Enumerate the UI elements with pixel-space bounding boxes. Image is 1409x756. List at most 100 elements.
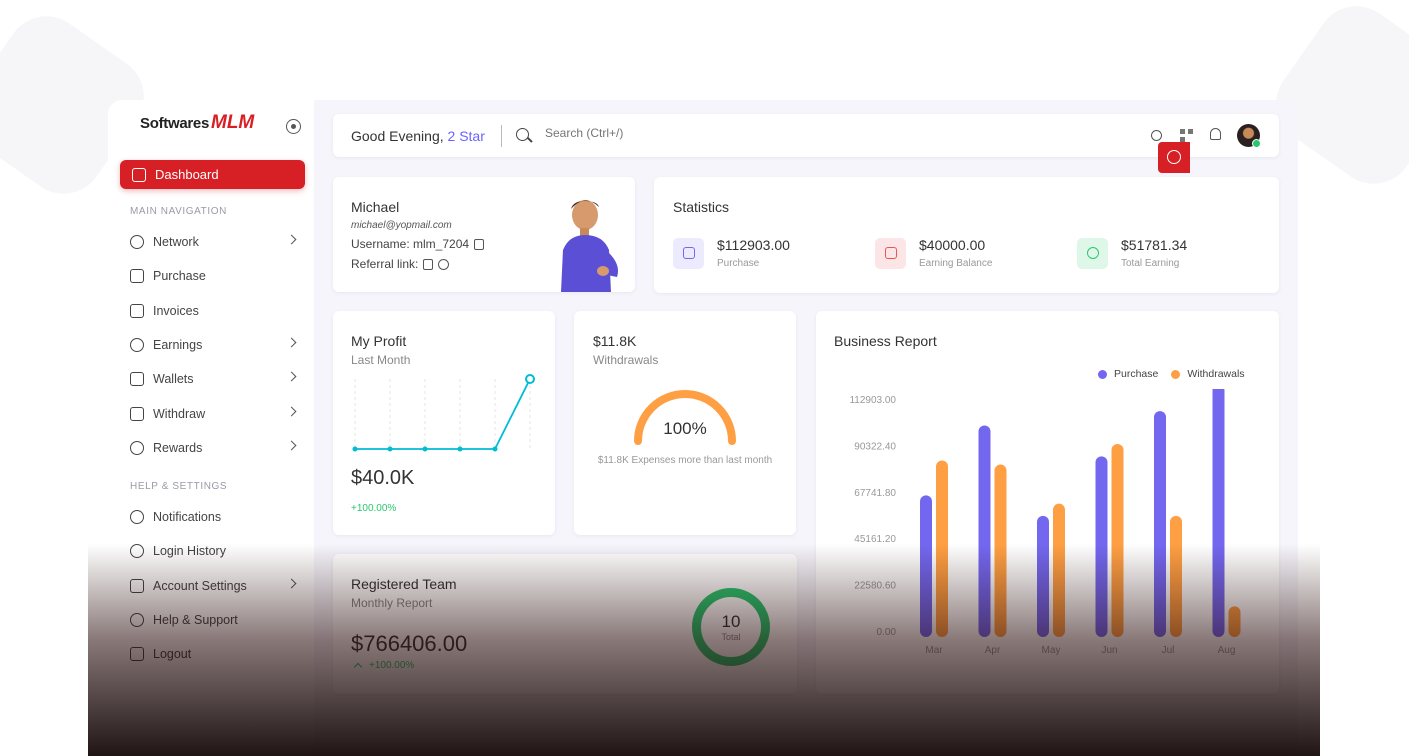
withdrawals-note: $11.8K Expenses more than last month bbox=[597, 455, 773, 466]
card-subtitle: Monthly Report bbox=[351, 596, 433, 610]
legend-marker bbox=[1098, 369, 1107, 379]
stat-total-earning: $51781.34 Total Earning bbox=[1077, 237, 1187, 269]
profit-point bbox=[525, 374, 535, 384]
stat-purchase: $112903.00 Purchase bbox=[673, 237, 790, 269]
sidebar-item-label: Invoices bbox=[153, 304, 199, 318]
chevron-right-icon bbox=[286, 440, 297, 451]
card-title: Statistics bbox=[673, 199, 730, 215]
card-title: My Profit bbox=[351, 333, 407, 349]
profit-change: +100.00% bbox=[351, 503, 397, 514]
x-tick-label: Apr bbox=[985, 645, 1001, 656]
sidebar-item-purchase[interactable]: Purchase bbox=[130, 265, 295, 287]
sidebar-item-label: Logout bbox=[153, 647, 192, 661]
stat-label: Earning Balance bbox=[919, 258, 993, 269]
search-icon[interactable] bbox=[516, 128, 529, 141]
sidebar-item-network[interactable]: Network bbox=[130, 231, 297, 253]
bell-icon[interactable] bbox=[1210, 128, 1221, 140]
stat-label: Total Earning bbox=[1121, 258, 1180, 269]
user-rank: 2 Star bbox=[447, 128, 485, 144]
profit-line bbox=[355, 378, 531, 450]
team-value: $766406.00 bbox=[351, 631, 468, 656]
apps-icon[interactable] bbox=[1180, 129, 1193, 142]
network-icon bbox=[130, 235, 144, 249]
sidebar-item-label: Purchase bbox=[153, 269, 206, 283]
team-total-label: Total bbox=[721, 632, 741, 642]
card-title: Registered Team bbox=[351, 576, 457, 592]
profit-sparkline bbox=[352, 374, 535, 452]
brand-logo[interactable]: Softwares MLM bbox=[140, 112, 254, 134]
business-report-chart: 112903.00 90322.40 67741.80 45161.20 22580.6… bbox=[849, 389, 1241, 656]
x-tick-label: Jun bbox=[1101, 645, 1117, 656]
section-label: HELP & SETTINGS bbox=[130, 481, 228, 492]
sidebar-item-login-history[interactable]: Login History bbox=[130, 540, 295, 562]
home-icon bbox=[132, 167, 146, 182]
logo-mark: MLM bbox=[211, 112, 255, 133]
avatar-character-illustration bbox=[561, 200, 618, 292]
profile-card: Michael michael@yopmail.com Username: ml… bbox=[333, 177, 635, 292]
bag-icon bbox=[130, 269, 144, 283]
team-change: +100.00% bbox=[353, 660, 415, 672]
y-tick-label: 112903.00 bbox=[849, 395, 896, 406]
stat-value: $40000.00 bbox=[919, 237, 986, 253]
logo-text: Softwares bbox=[140, 114, 209, 132]
page: Softwares MLM Dashboard MAIN NAVIGATION … bbox=[0, 0, 1409, 756]
share-icon[interactable] bbox=[438, 258, 450, 270]
chevron-right-icon bbox=[286, 234, 297, 245]
sun-icon[interactable] bbox=[1151, 130, 1162, 141]
sidebar-item-notifications[interactable]: Notifications bbox=[130, 506, 295, 528]
stat-icon-box bbox=[875, 237, 906, 269]
referral-text: Referral link: bbox=[351, 257, 419, 271]
sidebar-item-rewards[interactable]: Rewards bbox=[130, 437, 297, 459]
stat-icon-box bbox=[1077, 237, 1108, 269]
sidebar-item-earnings[interactable]: Earnings bbox=[130, 334, 297, 356]
personal-details-heading: Personal Details bbox=[352, 734, 447, 749]
sidebar-item-withdraw[interactable]: Withdraw bbox=[130, 403, 297, 425]
sidebar-item-label: Wallets bbox=[153, 372, 194, 386]
y-tick-label: 67741.80 bbox=[854, 488, 896, 499]
stat-label: Purchase bbox=[717, 258, 760, 269]
profit-point bbox=[492, 446, 498, 452]
user-settings-icon bbox=[130, 579, 144, 593]
profit-value: $40.0K bbox=[351, 467, 415, 489]
registered-team-card: Registered Team Monthly Report $766406.0… bbox=[333, 554, 797, 694]
sidebar-item-invoices[interactable]: Invoices bbox=[130, 300, 295, 322]
collapse-sidebar-icon[interactable] bbox=[286, 119, 301, 134]
x-tick-label: Jul bbox=[1162, 645, 1175, 656]
sidebar-item-label: Notifications bbox=[153, 510, 222, 524]
chevron-right-icon bbox=[286, 406, 297, 417]
sidebar-item-account-settings[interactable]: Account Settings bbox=[130, 575, 297, 597]
gear-icon bbox=[1167, 150, 1181, 164]
sidebar-item-dashboard[interactable]: Dashboard bbox=[120, 160, 305, 189]
x-tick-label: Mar bbox=[925, 645, 943, 656]
withdrawals-value: $11.8K bbox=[593, 333, 637, 349]
team-donut: 10 Total bbox=[692, 588, 770, 666]
section-label: MAIN NAVIGATION bbox=[130, 206, 227, 217]
settings-fab[interactable] bbox=[1158, 142, 1190, 173]
stat-icon-box bbox=[673, 237, 704, 269]
profit-point bbox=[387, 446, 393, 452]
search-input[interactable] bbox=[545, 126, 745, 140]
money-bag-icon bbox=[130, 338, 144, 352]
money-bag-icon bbox=[1086, 247, 1099, 259]
chart-legend: Purchase Withdrawals bbox=[1098, 368, 1245, 380]
sidebar-item-wallets[interactable]: Wallets bbox=[130, 368, 297, 390]
copy-icon[interactable] bbox=[423, 258, 434, 270]
x-tick-label: May bbox=[1042, 645, 1061, 656]
briefcase-icon bbox=[884, 247, 897, 259]
top-bar: Good Evening, 2 Star bbox=[333, 114, 1279, 157]
avatar[interactable] bbox=[1237, 124, 1261, 148]
award-icon bbox=[130, 441, 144, 455]
copy-icon[interactable] bbox=[474, 238, 485, 250]
sidebar-item-help-support[interactable]: Help & Support bbox=[130, 609, 295, 631]
chevron-right-icon bbox=[286, 337, 297, 348]
team-change-value: +100.00% bbox=[369, 660, 415, 671]
sidebar-item-label: Login History bbox=[153, 544, 226, 558]
stat-value: $51781.34 bbox=[1121, 237, 1188, 253]
file-icon bbox=[130, 304, 144, 318]
sidebar-item-label: Help & Support bbox=[153, 613, 238, 627]
username-text: Username: mlm_7204 bbox=[351, 237, 470, 251]
stat-earning-balance: $40000.00 Earning Balance bbox=[875, 237, 992, 269]
sidebar-item-label: Earnings bbox=[153, 338, 203, 352]
sidebar-item-logout[interactable]: Logout bbox=[130, 643, 295, 665]
sidebar: Softwares MLM Dashboard MAIN NAVIGATION … bbox=[108, 100, 314, 756]
